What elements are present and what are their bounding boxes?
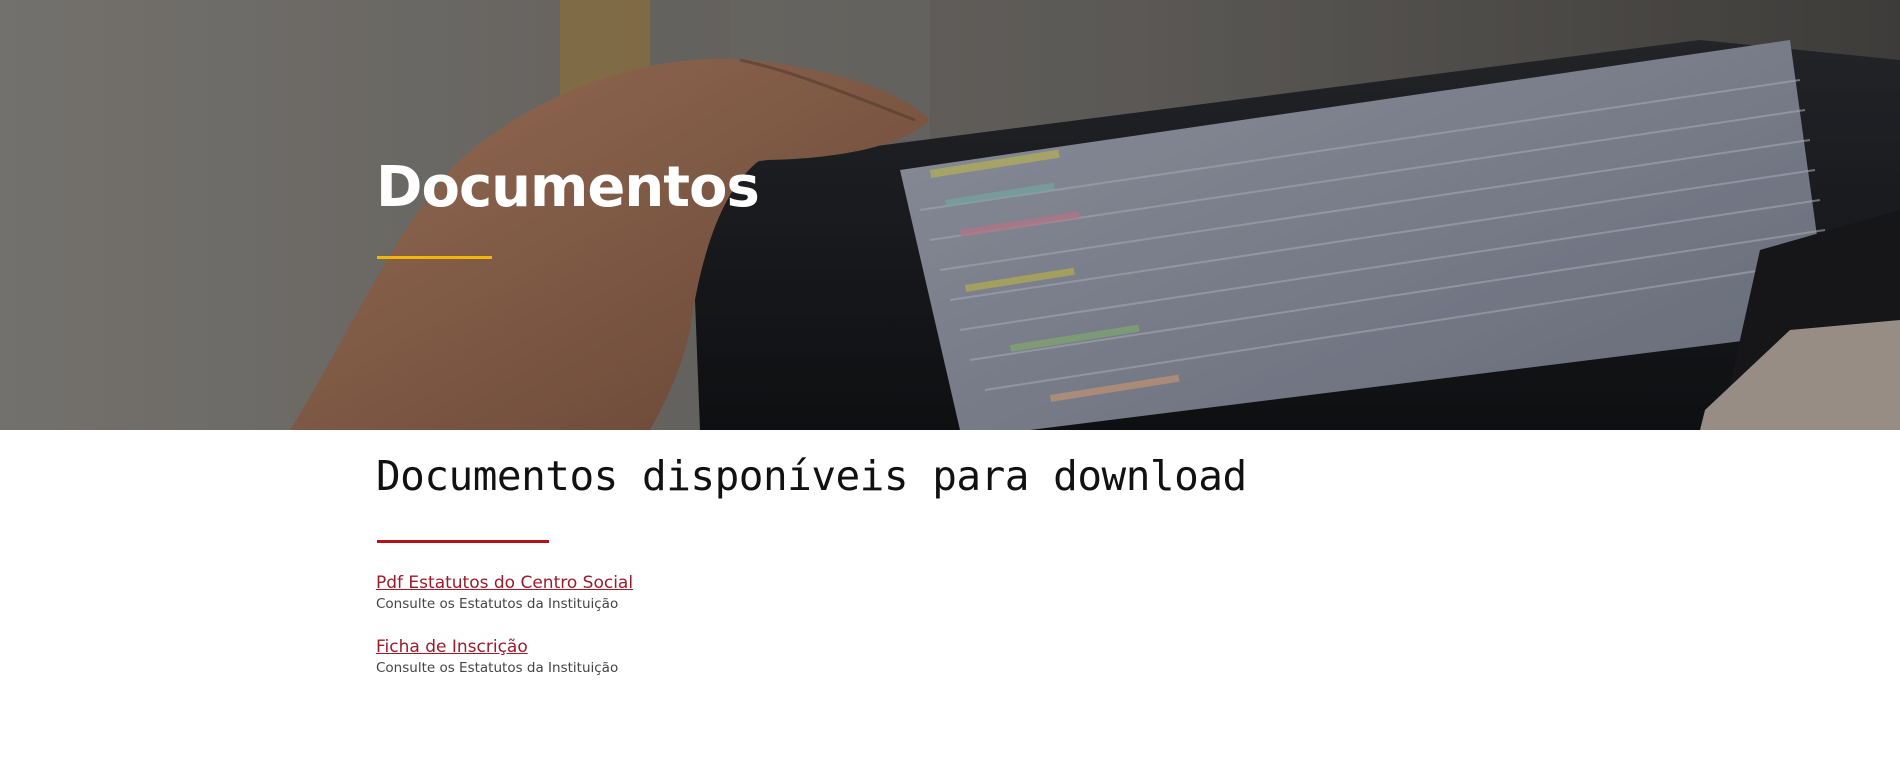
section-title: Documentos disponíveis para download <box>376 452 1247 500</box>
hero-banner: Documentos <box>0 0 1900 430</box>
document-description: Consulte os Estatutos da Instituição <box>376 596 619 612</box>
document-item: Pdf Estatutos do Centro Social Consulte … <box>376 573 633 612</box>
document-description: Consulte os Estatutos da Instituição <box>376 660 619 676</box>
page-title-underline <box>377 256 492 259</box>
hero-dark-overlay <box>0 0 1900 430</box>
section-title-underline <box>377 540 549 543</box>
document-item: Ficha de Inscrição Consulte os Estatutos… <box>376 637 618 676</box>
document-link-ficha-inscricao[interactable]: Ficha de Inscrição <box>376 637 618 657</box>
document-link-estatutos[interactable]: Pdf Estatutos do Centro Social <box>376 573 633 593</box>
page-title: Documentos <box>376 155 760 220</box>
